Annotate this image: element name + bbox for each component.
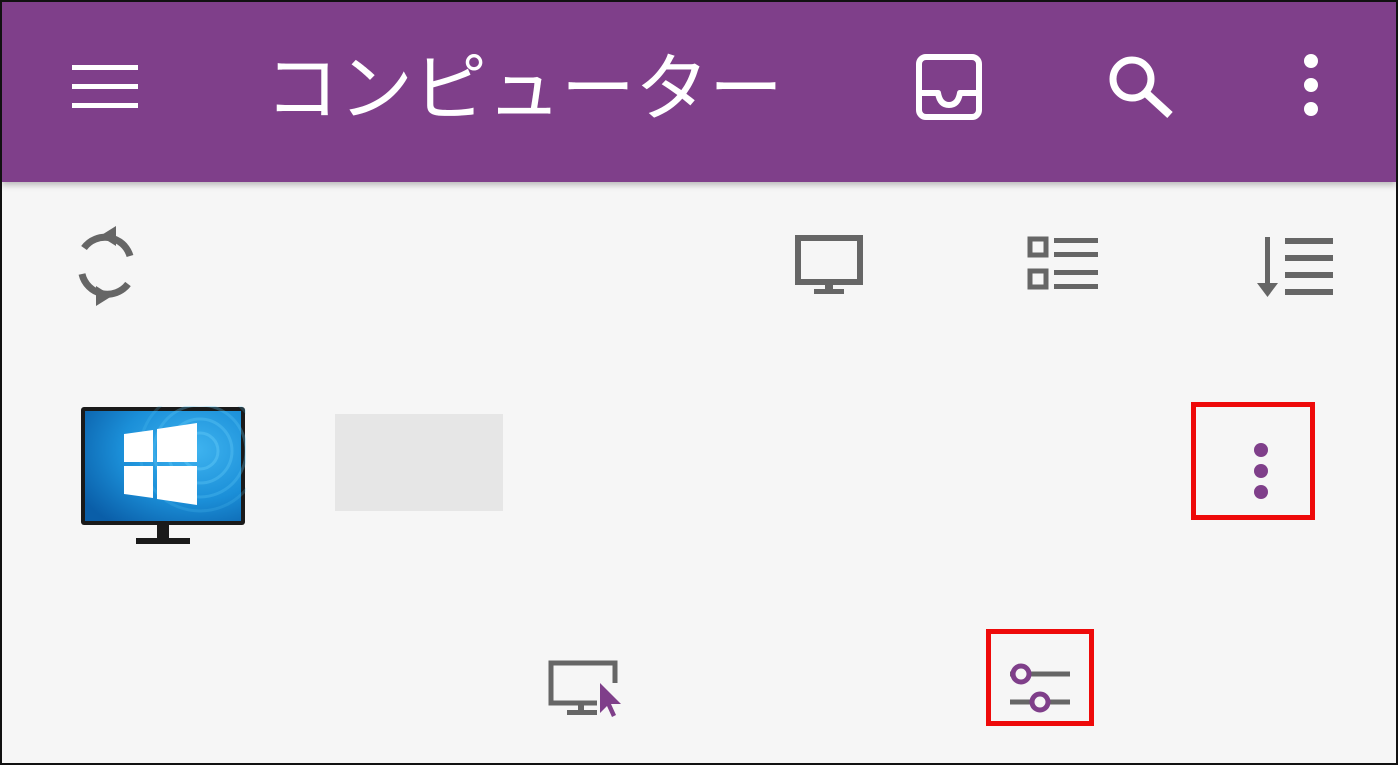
highlight-settings: [986, 629, 1094, 726]
list-view-icon[interactable]: [1026, 235, 1100, 293]
app-window: コンピューター: [0, 0, 1398, 765]
inbox-icon[interactable]: [914, 53, 984, 121]
search-icon[interactable]: [1106, 54, 1178, 120]
windows-computer-icon[interactable]: [80, 406, 246, 546]
menu-icon[interactable]: [70, 62, 140, 112]
page-title: コンピューター: [265, 46, 783, 132]
app-bar: コンピューター: [2, 2, 1396, 182]
monitor-icon[interactable]: [794, 234, 864, 296]
more-vertical-icon[interactable]: [1296, 54, 1326, 118]
remote-control-icon[interactable]: [545, 657, 625, 719]
sort-icon[interactable]: [1257, 235, 1337, 299]
refresh-icon[interactable]: [72, 226, 140, 306]
computer-name: [335, 414, 503, 511]
highlight-more-menu: [1191, 402, 1315, 520]
